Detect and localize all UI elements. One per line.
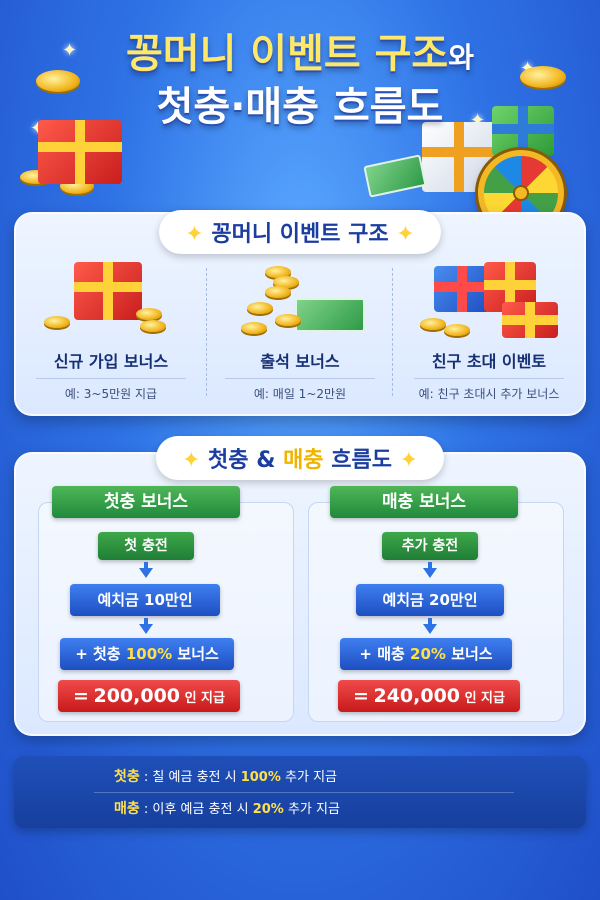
event-desc: 예: 친구 초대시 추가 보너스 [414,378,564,402]
reload-step-bonus: + 매충 20% 보너스 [340,638,512,670]
event-name: 친구 초대 이벤토 [431,352,547,371]
flow-heading: ✦ 첫충 & 매충 흐름도 ✦ [0,436,600,480]
arrow-down-icon [139,624,153,634]
divider [94,792,514,793]
cash-bill-icon [363,154,427,198]
poster: ✦ ✦ ✦ ✦ 꽁머니 이벤트 구조와 첫충·매충 흐름도 ✦ 꽁머니 이벤트 … [0,0,600,900]
reload-result: = 240,000 인 지급 [338,680,520,712]
coins-and-cash-illustration [225,258,375,344]
cash-bill-icon [295,298,365,332]
event-referral: 친구 초대 이벤토 예: 친구 초대시 추가 보너스 [394,258,584,402]
events-heading: ✦ 꽁머니 이벤트 구조 ✦ [0,210,600,254]
event-attendance: 출석 보너스 예: 매일 1~2만원 [205,258,395,402]
first-step-deposit: 예치금 10만인 [70,584,220,616]
note-reload: 매충 : 이후 예금 충전 시 20% 추가 지금 [114,801,340,817]
flow-heading-a: 첫충 [208,448,249,473]
poster-title: 꽁머니 이벤트 구조와 첫충·매충 흐름도 [0,30,600,132]
gift-and-coins-illustration [36,258,186,344]
note-first: 첫충 : 칠 예금 충전 시 100% 추가 지금 [114,769,338,785]
first-step-bonus: + 첫충 100% 보너스 [60,638,234,670]
event-name: 출석 보너스 [260,352,340,371]
coin-icon [247,302,273,314]
first-result: = 200,000 인 지급 [58,680,240,712]
first-bonus-header: 첫충 보너스 [52,486,240,518]
gifts-illustration [414,258,564,344]
reload-step-charge: 추가 충전 [382,532,478,560]
gift-box-icon [502,302,558,338]
coin-icon [44,316,70,328]
reload-step-deposit: 예치금 20만인 [356,584,504,616]
event-signup: 신규 가입 보너스 예: 3~5만원 지급 [16,258,206,402]
flow-heading-c: 흐름도 [331,448,392,473]
coin-icon [444,324,470,336]
coin-icon [241,322,267,334]
coin-icon [140,320,166,332]
event-desc: 예: 매일 1~2만원 [225,378,375,402]
event-desc: 예: 3~5만원 지급 [36,378,186,402]
notes-box: 첫충 : 칠 예금 충전 시 100% 추가 지금 매충 : 이후 예금 충전 … [14,756,586,828]
arrow-down-icon [423,624,437,634]
coin-icon [420,318,446,330]
flow-heading-amp: & [256,448,276,473]
coin-icon [275,314,301,326]
title-line1-suffix: 와 [448,41,475,74]
arrow-down-icon [139,568,153,578]
gift-box-icon [74,262,142,320]
event-name: 신규 가입 보너스 [53,352,169,371]
coin-icon [265,286,291,298]
reload-bonus-header: 매충 보너스 [330,486,518,518]
gift-box-icon [434,266,490,312]
events-heading-text: 꽁머니 이벤트 구조 [211,222,389,247]
title-line1: 꽁머니 이벤트 구조 [125,31,449,77]
title-line2: 첫충·매충 흐름도 [156,84,444,130]
first-step-charge: 첫 충전 [98,532,194,560]
coin-icon [136,308,162,320]
arrow-down-icon [423,568,437,578]
flow-heading-b: 매충 [283,448,324,473]
